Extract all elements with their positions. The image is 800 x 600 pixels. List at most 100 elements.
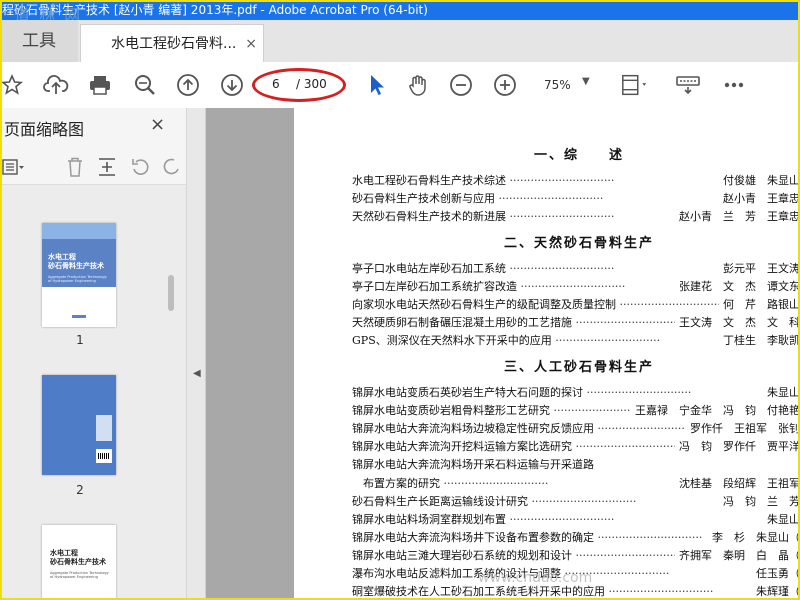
panel-toolbar xyxy=(0,148,186,185)
tab-document-label: 水电工程砂石骨料... xyxy=(111,36,237,52)
tab-tools-label: 工具 xyxy=(22,31,56,51)
toc-entry-authors: 沈桂基 段绍辉 王祖军 xyxy=(675,474,800,491)
toc-entry-leader: ······························ xyxy=(506,174,615,187)
panel-close-icon[interactable]: × xyxy=(150,114,165,135)
toc-entry[interactable]: 亭子口左岸砂石加工系统扩容改造 ························… xyxy=(352,278,800,295)
thumbnail-1-number: 1 xyxy=(76,333,84,347)
collapse-arrow-icon: ◀ xyxy=(193,368,201,379)
insert-page-icon[interactable] xyxy=(96,156,118,178)
toc-entry-leader: ······························ xyxy=(506,210,615,224)
bookmark-star-icon[interactable] xyxy=(0,71,26,99)
tab-tools[interactable]: 工具 xyxy=(0,20,78,62)
thumbnail-page-1[interactable]: 水电工程 砂石骨料生产技术 Aggregate Production Techn… xyxy=(42,223,116,327)
toc-entry[interactable]: 亭子口水电站左岸砂石加工系统 ·························… xyxy=(352,260,800,276)
previous-page-icon[interactable] xyxy=(174,71,202,99)
keyboard-read-mode-icon[interactable] xyxy=(674,71,702,99)
rotate-clockwise-icon[interactable] xyxy=(160,156,182,178)
main-toolbar: 6 / 300 75% ▼ xyxy=(0,62,800,109)
hand-tool-icon[interactable] xyxy=(404,71,432,99)
tab-document[interactable]: 水电工程砂石骨料... × xyxy=(80,24,264,62)
toc-entry-authors: 王文涛 文 杰 文 科 xyxy=(675,314,800,331)
site-watermark-url: www.cndao.com xyxy=(478,570,593,586)
toc-entry-authors: 李 杉 朱显山（ xyxy=(708,528,800,545)
toc-entry-title: 硐室爆破技术在人工砂石加工系统毛料开采中的应用 xyxy=(352,585,605,599)
toc-entry-leader: ······························ xyxy=(506,512,615,526)
toc-entry-leader: ······························ xyxy=(572,548,681,562)
tab-close-icon[interactable]: × xyxy=(245,25,257,63)
toc-section-heading: 一、综 述 xyxy=(534,148,625,163)
zoom-level-dropdown[interactable]: 75% ▼ xyxy=(538,76,598,96)
zoom-search-icon[interactable] xyxy=(131,71,159,99)
toc-entry[interactable]: 锦屏水电站料场洞室群规划布置 ·························… xyxy=(352,510,800,527)
thumbnail-page-2[interactable] xyxy=(42,375,116,475)
print-icon[interactable] xyxy=(86,71,114,99)
toc-entry-authors: 齐拥军 秦明 白 晶（ xyxy=(675,546,800,563)
toc-entry-title: 砂石骨料生产技术创新与应用 xyxy=(352,192,495,206)
thumbnail-page-3[interactable]: 水电工程 砂石骨料生产技术 Aggregate Production Techn… xyxy=(42,525,116,600)
toc-entry-leader: ······························ xyxy=(616,298,725,312)
toc-entry-authors: 王嘉禄 宁金华 冯 钧 付艳艳 xyxy=(631,402,800,419)
toc-entry-title: 锦屏水电站变质砂岩粗骨料整形工艺研究 xyxy=(352,404,550,418)
thumbnail-scrollbar[interactable] xyxy=(168,275,174,311)
toc-entry-title: 布置方案的研究 xyxy=(352,476,440,490)
toc-entry[interactable]: 天然硬质卵石制备碾压混凝土用砂的工艺措施 ···················… xyxy=(352,314,800,331)
toc-entry[interactable]: 锦屏水电站大奔流沟料场开采石料运输与开采道路 xyxy=(352,456,800,472)
toc-entry[interactable]: 锦屏水电站三滩大理岩砂石系统的规划和设计 ···················… xyxy=(352,546,800,563)
zoom-in-icon[interactable] xyxy=(491,71,519,99)
toc-entry-leader: ······························ xyxy=(506,262,615,275)
toc-entry-leader: ······························ xyxy=(528,494,637,508)
toc-entry[interactable]: 锦屏水电站变质砂岩粗骨料整形工艺研究 ·····················… xyxy=(352,402,800,419)
cloud-upload-icon[interactable] xyxy=(42,71,70,99)
toc-entry[interactable]: 向家坝水电站天然砂石骨料生产的级配调整及质量控制 ···············… xyxy=(352,296,800,313)
document-viewer: 一、综 述水电工程砂石骨料生产技术综述 ····················… xyxy=(206,108,800,600)
delete-page-icon[interactable] xyxy=(64,156,86,178)
toc-entry-authors: 付俊雄 朱显山 xyxy=(719,172,800,188)
toc-entry[interactable]: 锦屏水电站大奔流沟料场井下设备布置参数的确定 ·················… xyxy=(352,528,800,545)
toc-entry-leader: ······························ xyxy=(572,316,681,330)
chevron-down-icon: ▼ xyxy=(582,76,590,87)
thumbnail-3-title: 水电工程 砂石骨料生产技术 xyxy=(50,549,106,566)
red-highlight-ellipse xyxy=(252,68,346,102)
toc-entry[interactable]: 布置方案的研究 ······························ 沈桂… xyxy=(352,474,800,491)
thumbnail-options-icon[interactable] xyxy=(2,156,24,178)
document-page: 一、综 述水电工程砂石骨料生产技术综述 ····················… xyxy=(294,108,800,600)
toc-entry[interactable]: 锦屏水电站大奔流沟开挖料运输方案比选研究 ···················… xyxy=(352,438,800,455)
toc-entry[interactable]: GPS、测深仪在天然料水下开采中的应用 ····················… xyxy=(352,332,800,349)
toc-entry-title: 锦屏水电站料场洞室群规划布置 xyxy=(352,512,506,526)
thumbnail-3-subtitle: Aggregate Production Technology of Hydro… xyxy=(50,571,109,579)
toc-entry[interactable]: 天然砂石骨料生产技术的新进展 ·························… xyxy=(352,208,800,225)
rotate-counterclockwise-icon[interactable] xyxy=(130,156,152,178)
toc-entry-authors: 冯 钧 罗作仟 贾平洋 xyxy=(675,438,800,455)
zoom-level-value: 75% xyxy=(544,78,571,92)
fit-page-icon[interactable] xyxy=(620,71,648,99)
select-cursor-icon[interactable] xyxy=(362,71,390,99)
thumbnail-1-subtitle: Aggregate Production Technology of Hydro… xyxy=(48,275,107,283)
toc-entry-leader: ······························ xyxy=(495,192,604,206)
toc-entry-title: 锦屏水电站大奔流沟料场开采石料运输与开采道路 xyxy=(352,458,594,472)
toc-entry-authors: 朱显山 xyxy=(763,510,800,527)
panel-collapse-bar[interactable]: ◀ xyxy=(187,108,206,600)
toc-entry-title: 锦屏水电站大奔流沟料场井下设备布置参数的确定 xyxy=(352,530,594,544)
toc-entry[interactable]: 锦屏水电站变质石英砂岩生产特大石问题的探讨 ··················… xyxy=(352,384,800,400)
toc-entry-title: GPS、测深仪在天然料水下开采中的应用 xyxy=(352,334,552,348)
toc-entry-leader: ······························ xyxy=(572,440,681,454)
toc-entry-leader: ······························ xyxy=(583,386,692,399)
toc-entry[interactable]: 砂石骨料生产长距离运输线设计研究 ·······················… xyxy=(352,492,800,509)
toc-entry-leader: ······························ xyxy=(594,530,703,544)
toc-entry[interactable]: 砂石骨料生产技术创新与应用 ··························… xyxy=(352,190,800,207)
toc-entry-authors: 彭元平 王文涛 xyxy=(719,260,800,276)
toc-entry-authors: 赵小青 兰 芳 王章忠 xyxy=(675,208,800,225)
toc-entry-title: 锦屏水电站变质石英砂岩生产特大石问题的探讨 xyxy=(352,386,583,399)
toc-entry-authors: 朱显山 xyxy=(763,384,800,400)
tab-bar: 工具 水电工程砂石骨料... × xyxy=(0,20,800,63)
more-options-icon[interactable] xyxy=(720,71,748,99)
toc-entry-title: 锦屏水电站大奔流沟开挖料运输方案比选研究 xyxy=(352,440,572,454)
toc-entry[interactable]: 水电工程砂石骨料生产技术综述 ·························… xyxy=(352,172,800,188)
panel-title: 页面缩略图 xyxy=(4,120,85,139)
toc-entry-title: 亭子口左岸砂石加工系统扩容改造 xyxy=(352,280,517,294)
next-page-icon[interactable] xyxy=(218,71,246,99)
zoom-out-icon[interactable] xyxy=(447,71,475,99)
toc-entry-title: 天然砂石骨料生产技术的新进展 xyxy=(352,210,506,224)
toc-entry[interactable]: 锦屏水电站大奔流沟料场边坡稳定性研究反馈应用 ·················… xyxy=(352,420,800,437)
toc-entry-authors: 任玉勇（ xyxy=(752,565,800,581)
